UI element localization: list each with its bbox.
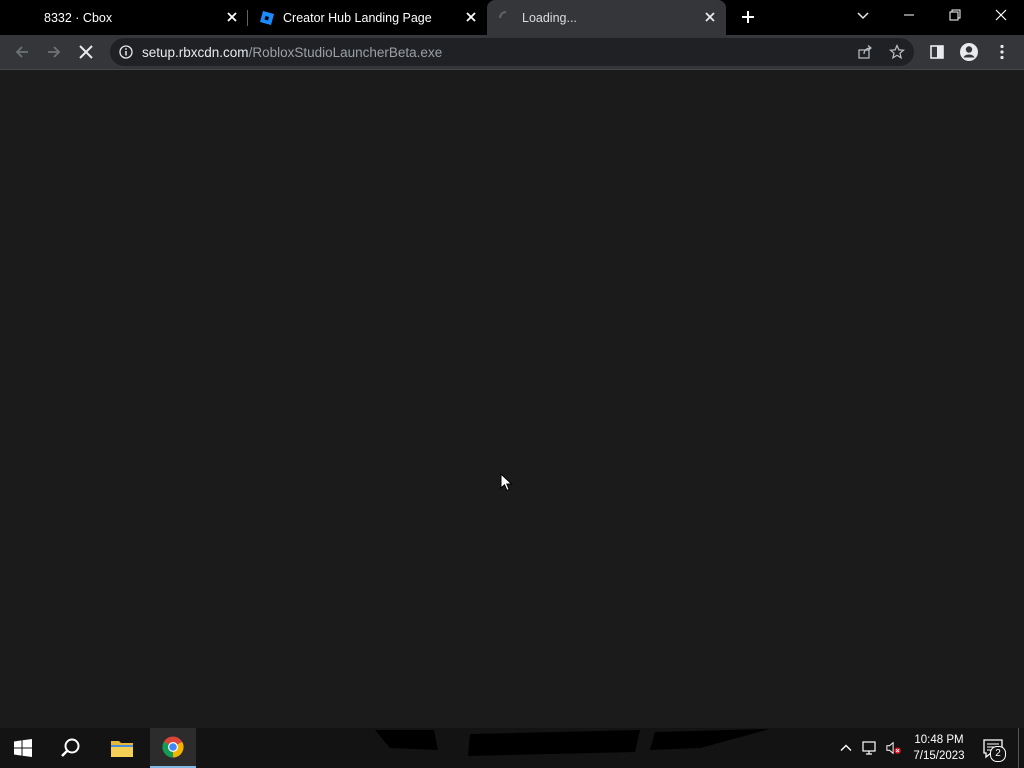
chrome-icon	[162, 736, 184, 758]
profile-avatar-icon[interactable]	[959, 42, 979, 62]
url-path: /RobloxStudioLauncherBeta.exe	[248, 44, 443, 60]
tab-title: Loading...	[522, 10, 577, 25]
address-bar[interactable]: setup.rbxcdn.com/RobloxStudioLauncherBet…	[110, 38, 914, 66]
clock-time: 10:48 PM	[914, 734, 964, 746]
bookmark-star-icon[interactable]	[889, 44, 905, 60]
tab-title: Creator Hub Landing Page	[283, 10, 432, 25]
tab-loading[interactable]: Loading...	[487, 0, 726, 35]
tab-title: 8332 · Cbox	[44, 10, 113, 25]
file-explorer-button[interactable]	[99, 728, 145, 768]
back-arrow-icon[interactable]	[12, 42, 32, 62]
roblox-icon	[260, 11, 274, 25]
stop-loading-icon[interactable]	[76, 42, 96, 62]
browser-toolbar: setup.rbxcdn.com/RobloxStudioLauncherBet…	[0, 35, 1024, 70]
tab-cbox[interactable]: 8332 · Cbox	[0, 0, 246, 35]
chrome-taskbar-button[interactable]	[150, 728, 196, 768]
forward-arrow-icon[interactable]	[44, 42, 64, 62]
clock-date: 7/15/2023	[913, 750, 965, 762]
show-desktop-button[interactable]	[1018, 728, 1019, 768]
search-icon	[61, 738, 80, 757]
tab-creator-hub[interactable]: Creator Hub Landing Page	[248, 0, 486, 35]
close-icon[interactable]	[225, 10, 239, 24]
share-icon[interactable]	[857, 44, 873, 60]
close-icon[interactable]	[464, 10, 478, 24]
show-hidden-icons-chevron-icon[interactable]	[838, 740, 854, 756]
file-explorer-icon	[111, 741, 133, 757]
network-icon[interactable]	[862, 740, 878, 756]
tab-strip: 8332 · Cbox Creator Hub Landing Page Loa…	[0, 0, 1024, 35]
kebab-menu-icon[interactable]	[992, 42, 1012, 62]
minimize-icon[interactable]	[898, 6, 920, 26]
close-window-icon[interactable]	[990, 6, 1012, 26]
new-tab-icon[interactable]	[738, 7, 758, 27]
windows-start-icon	[14, 739, 32, 757]
search-button[interactable]	[48, 728, 94, 768]
volume-muted-icon[interactable]	[886, 740, 902, 756]
site-info-icon[interactable]	[119, 45, 133, 59]
system-clock[interactable]: 10:48 PM 7/15/2023	[905, 732, 973, 764]
start-button[interactable]	[0, 728, 46, 768]
desktop-wallpaper-silhouette	[375, 729, 770, 756]
close-icon[interactable]	[703, 10, 717, 24]
address-url[interactable]: setup.rbxcdn.com/RobloxStudioLauncherBet…	[142, 45, 442, 60]
restore-icon[interactable]	[944, 6, 966, 26]
notification-count-badge: 2	[990, 746, 1006, 762]
mouse-pointer-icon	[500, 473, 513, 492]
tab-search-chevron-icon[interactable]	[852, 6, 874, 26]
url-host: setup.rbxcdn.com	[142, 44, 249, 60]
page-viewport	[0, 70, 1024, 728]
side-panel-icon[interactable]	[927, 42, 947, 62]
loading-spinner-icon	[499, 11, 507, 19]
